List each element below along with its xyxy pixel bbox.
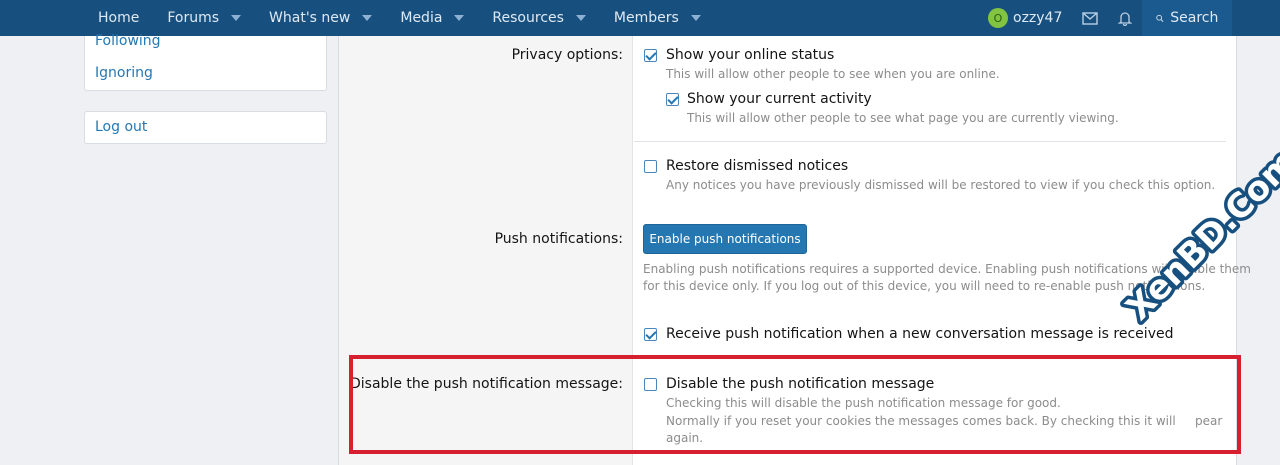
nav-tab-whats-new[interactable]: What's new: [255, 0, 386, 36]
receive-push-checkbox[interactable]: [644, 328, 657, 341]
chevron-down-icon[interactable]: [454, 15, 465, 21]
online-status-label[interactable]: Show your online status: [666, 47, 834, 63]
chevron-down-icon[interactable]: [690, 15, 701, 21]
nav-tabs: Home Forums What's new Media Resources M…: [84, 0, 715, 36]
privacy-options-label: Privacy options:: [511, 47, 623, 63]
username: ozzy47: [1013, 10, 1063, 26]
nav-tab-label: Home: [98, 10, 140, 26]
nav-tab-label: What's new: [269, 10, 351, 26]
enable-push-button[interactable]: Enable push notifications: [643, 224, 807, 254]
restore-notices-hint: Any notices you have previously dismisse…: [666, 178, 1216, 192]
online-status-checkbox[interactable]: [644, 49, 657, 62]
current-activity-checkbox[interactable]: [666, 93, 679, 106]
restore-notices-label[interactable]: Restore dismissed notices: [666, 158, 848, 174]
search-button[interactable]: Search: [1142, 0, 1233, 36]
nav-tab-label: Resources: [492, 10, 564, 26]
account-menu[interactable]: O ozzy47: [978, 0, 1072, 36]
nav-tab-label: Forums: [167, 10, 220, 26]
logout-link[interactable]: Log out: [95, 119, 147, 135]
search-label: Search: [1170, 10, 1219, 26]
nav-tab-members[interactable]: Members: [600, 0, 715, 36]
nav-tab-forums[interactable]: Forums: [153, 0, 255, 36]
current-activity-label[interactable]: Show your current activity: [687, 91, 872, 107]
push-notifications-label: Push notifications:: [494, 231, 623, 247]
nav-user-area: O ozzy47 Search: [978, 0, 1233, 36]
highlight-annotation-box: [349, 355, 1241, 454]
avatar: O: [988, 8, 1008, 28]
nav-tab-label: Members: [613, 10, 679, 26]
receive-push-label[interactable]: Receive push notification when a new con…: [666, 326, 1173, 342]
nav-tab-media[interactable]: Media: [386, 0, 478, 36]
sidebar-item-following[interactable]: Following: [95, 33, 161, 49]
sidebar-item-ignoring[interactable]: Ignoring: [95, 65, 153, 81]
envelope-icon: [1082, 11, 1099, 25]
account-sidebar: Following Ignoring: [84, 33, 327, 91]
nav-tab-resources[interactable]: Resources: [478, 0, 600, 36]
restore-notices-checkbox[interactable]: [644, 160, 657, 173]
nav-tab-home[interactable]: Home: [84, 0, 153, 36]
bell-icon: [1118, 11, 1133, 26]
chevron-down-icon[interactable]: [231, 15, 242, 21]
chevron-down-icon[interactable]: [362, 15, 373, 21]
alerts-button[interactable]: [1108, 0, 1142, 36]
divider: [634, 141, 1226, 142]
search-icon: [1156, 14, 1164, 22]
current-activity-hint: This will allow other people to see what…: [687, 111, 1119, 125]
top-navbar: Home Forums What's new Media Resources M…: [0, 0, 1280, 36]
chevron-down-icon[interactable]: [575, 15, 586, 21]
conversations-button[interactable]: [1072, 0, 1108, 36]
nav-tab-label: Media: [400, 10, 443, 26]
logout-block: Log out: [84, 111, 327, 144]
online-status-hint: This will allow other people to see when…: [666, 67, 1000, 81]
